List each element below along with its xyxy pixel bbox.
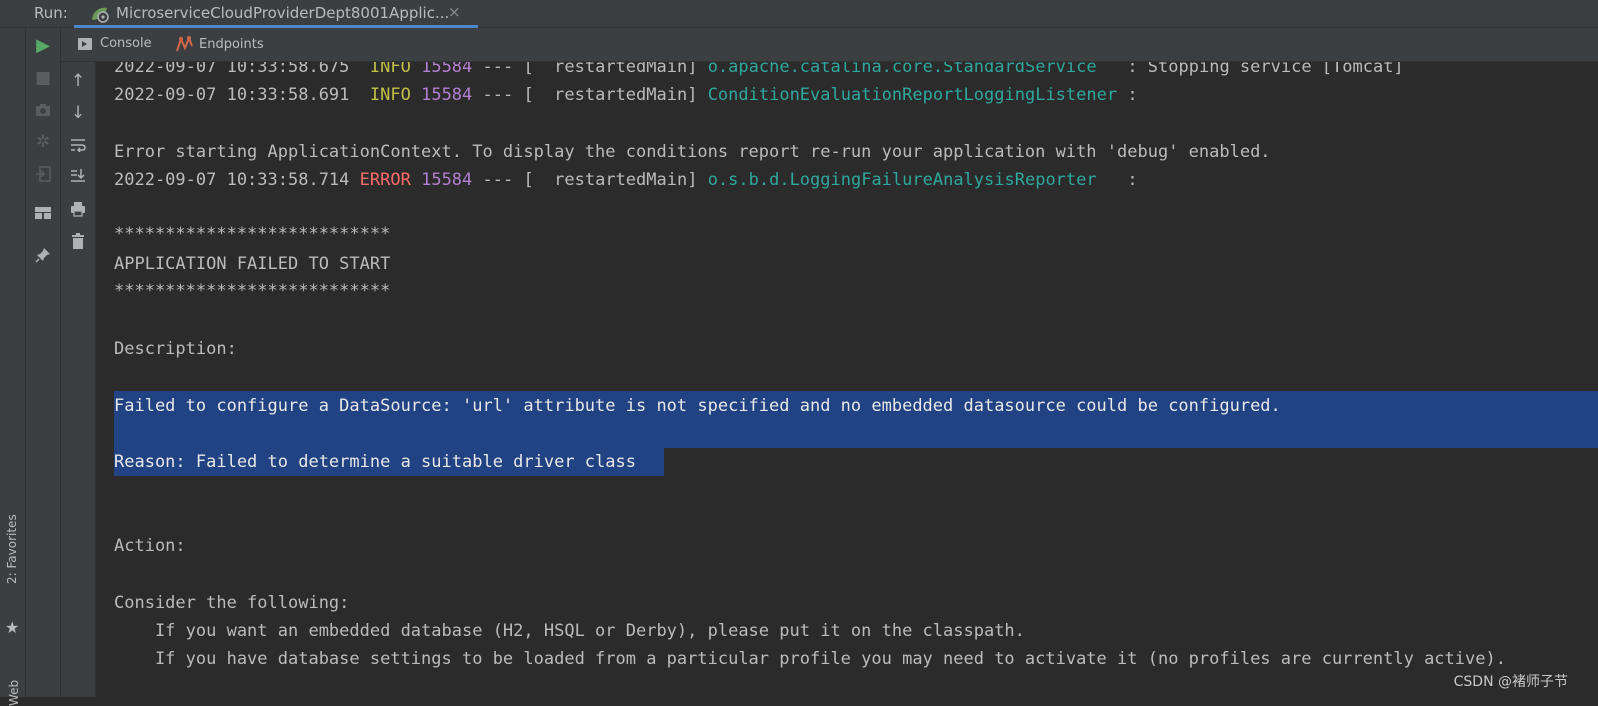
suggestion-line: If you have database settings to be load… [114, 649, 1506, 669]
layout-icon[interactable] [31, 201, 55, 225]
dump-threads-icon[interactable] [31, 98, 55, 122]
banner-stars: *************************** [114, 224, 391, 244]
settings-icon[interactable]: ✲ [31, 130, 55, 154]
banner-stars: *************************** [114, 281, 391, 301]
log-line: 2022-09-07 10:33:58.714 ERROR 15584 --- … [114, 168, 1138, 192]
exit-icon[interactable] [31, 162, 55, 186]
log-pid: 15584 [421, 170, 473, 190]
pin-icon[interactable] [31, 243, 55, 267]
tab-endpoints[interactable]: Endpoints [175, 36, 264, 52]
arrow-up-icon[interactable]: ↑ [66, 69, 90, 93]
error-context-line: Error starting ApplicationContext. To di… [114, 142, 1271, 162]
arrow-down-icon[interactable]: ↓ [66, 101, 90, 125]
console-toolbar: ↑ ↓ [61, 62, 96, 697]
log-logger: ConditionEvaluationReportLoggingListener [707, 85, 1118, 105]
log-thread: --- [ restartedMain] [472, 85, 708, 105]
log-line: 2022-09-07 10:33:58.675 INFO 15584 --- [… [114, 62, 1404, 79]
description-label: Description: [114, 339, 237, 359]
console-icon [78, 37, 92, 50]
log-pid: 15584 [421, 85, 473, 105]
failed-title: APPLICATION FAILED TO START [114, 254, 391, 274]
log-timestamp: 2022-09-07 10:33:58.691 [114, 85, 350, 105]
web-tool-tab[interactable]: Web [7, 680, 21, 706]
run-subtabs: Console Endpoints [61, 28, 1598, 62]
log-timestamp: 2022-09-07 10:33:58.675 [114, 62, 350, 77]
run-config-title: MicroserviceCloudProviderDept8001Applic.… [116, 4, 450, 22]
print-icon[interactable] [66, 197, 90, 221]
console-output[interactable]: 2022-09-07 10:33:58.675 INFO 15584 --- [… [96, 62, 1598, 697]
log-message: : Stopping service [Tomcat] [1096, 62, 1404, 77]
log-timestamp: 2022-09-07 10:33:58.714 [114, 170, 350, 190]
log-logger: o.apache.catalina.core.StandardService [707, 62, 1097, 77]
favorites-tool-tab[interactable]: 2: Favorites [5, 504, 21, 584]
run-icon[interactable]: ▶ [31, 34, 55, 58]
run-actions-toolbar: ▶ ■ ✲ [26, 28, 61, 697]
log-logger: o.s.b.d.LoggingFailureAnalysisReporter [707, 170, 1097, 190]
endpoints-icon [176, 36, 193, 52]
reason-text: Reason: Failed to determine a suitable d… [114, 452, 636, 472]
log-thread: --- [ restartedMain] [472, 170, 708, 190]
consider-line: Consider the following: [114, 593, 350, 613]
log-message: : [1096, 170, 1138, 190]
log-level: ERROR [359, 170, 411, 190]
watermark: CSDN @褚师子节 [1453, 674, 1568, 690]
run-config-tab[interactable]: MicroserviceCloudProviderDept8001Applic.… [74, 0, 478, 28]
scroll-to-end-icon[interactable] [66, 164, 90, 188]
log-level: INFO [369, 62, 411, 77]
log-pid: 15584 [421, 62, 473, 77]
spring-boot-icon [92, 7, 109, 23]
log-line: 2022-09-07 10:33:58.691 INFO 15584 --- [… [114, 83, 1138, 107]
action-label: Action: [114, 536, 186, 556]
run-toolbar: Run: MicroserviceCloudProviderDept8001Ap… [0, 0, 1598, 28]
log-level: INFO [369, 85, 411, 105]
close-tab-icon[interactable]: × [448, 3, 461, 21]
clear-all-icon[interactable] [66, 229, 90, 253]
run-label: Run: [34, 4, 68, 22]
suggestion-line: If you want an embedded database (H2, HS… [114, 621, 1025, 641]
star-icon[interactable]: ★ [5, 618, 19, 637]
tab-console[interactable]: Console [78, 36, 152, 51]
stop-icon[interactable]: ■ [31, 66, 55, 90]
tab-endpoints-label: Endpoints [199, 36, 264, 52]
log-thread: --- [ restartedMain] [472, 62, 708, 77]
soft-wrap-icon[interactable] [66, 133, 90, 157]
log-message: : [1117, 85, 1138, 105]
description-text: Failed to configure a DataSource: 'url' … [114, 396, 1281, 416]
tab-console-label: Console [100, 36, 152, 51]
side-tool-strip: 2: Favorites ★ Web [0, 28, 26, 706]
